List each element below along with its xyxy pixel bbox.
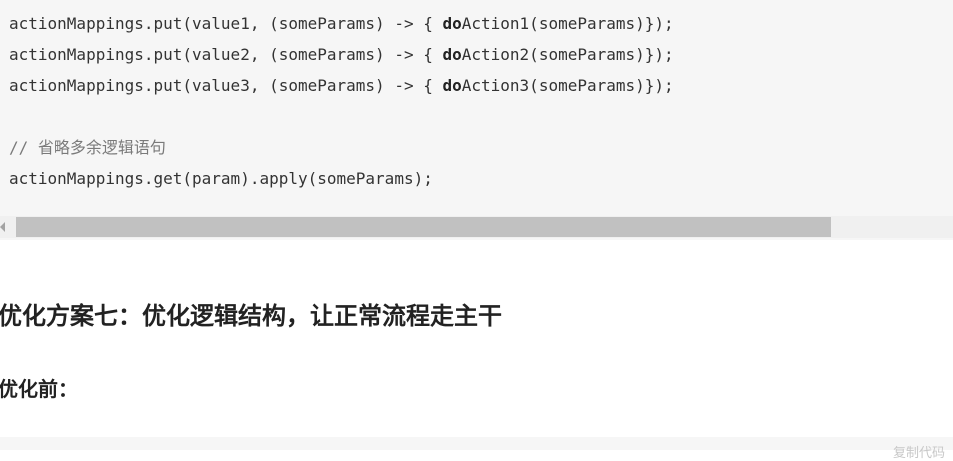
code-line-1: actionMappings.put(value1, (someParams) … <box>9 14 674 33</box>
code-line-3: actionMappings.put(value3, (someParams) … <box>9 76 674 95</box>
copy-code-button[interactable]: 复制代码 <box>893 442 945 461</box>
horizontal-scrollbar[interactable] <box>0 216 953 238</box>
next-code-block <box>0 437 953 450</box>
code-block: actionMappings.put(value1, (someParams) … <box>0 0 953 240</box>
code-lines: actionMappings.put(value1, (someParams) … <box>9 8 674 194</box>
keyword-do: do <box>442 45 462 64</box>
code-line-5: actionMappings.get(param).apply(somePara… <box>9 169 433 188</box>
keyword-do: do <box>442 76 462 95</box>
code-comment: // 省略多余逻辑语句 <box>9 138 166 157</box>
scrollbar-thumb[interactable] <box>16 217 831 237</box>
code-line-2: actionMappings.put(value2, (someParams) … <box>9 45 674 64</box>
keyword-do: do <box>442 14 462 33</box>
scroll-left-arrow-icon[interactable] <box>0 222 5 232</box>
section-heading: 优化方案七：优化逻辑结构，让正常流程走主干 <box>0 302 502 330</box>
section-subheading: 优化前： <box>0 377 78 401</box>
